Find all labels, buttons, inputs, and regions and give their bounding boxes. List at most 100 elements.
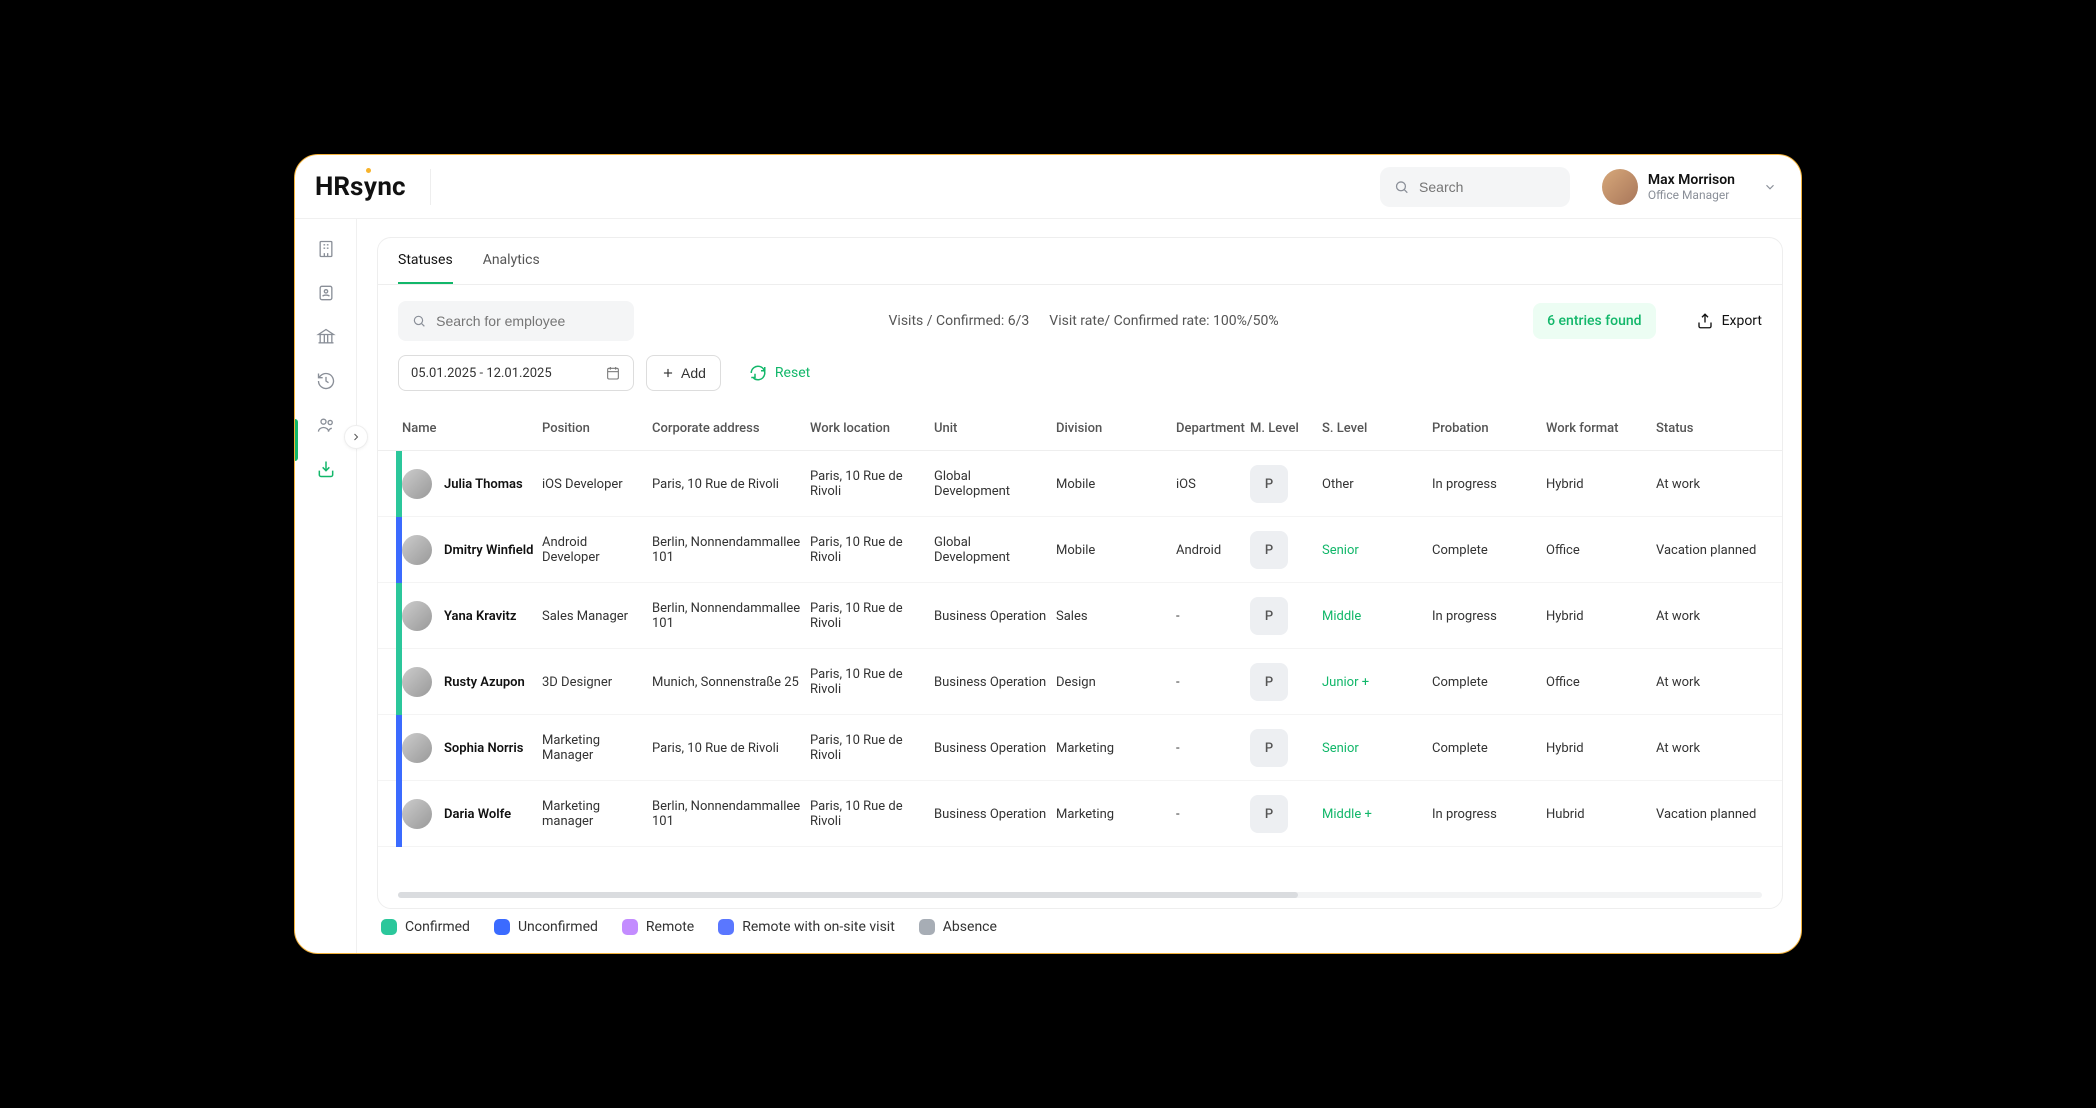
cell-format: Hubrid [1546,807,1656,822]
sidebar-item-id[interactable] [307,274,345,312]
cell-division: Marketing [1056,741,1176,756]
cell-status: At work [1656,675,1776,690]
cell-position: iOS Developer [542,477,652,492]
calendar-icon [605,365,621,381]
cell-format: Hybrid [1546,741,1656,756]
search-icon [412,313,426,329]
employee-search[interactable] [398,301,634,341]
cell-position: 3D Designer [542,675,652,690]
sidebar-item-history[interactable] [307,362,345,400]
col-unit[interactable]: Unit [934,421,1056,436]
sidebar-expand-toggle[interactable] [344,425,368,449]
export-label: Export [1722,313,1762,329]
cell-dept: - [1176,609,1250,624]
mlevel-pill: P [1250,597,1288,635]
id-badge-icon [316,283,336,303]
app-window: HRs y nc Max Morrison Office Manager [294,154,1802,954]
employee-avatar [402,733,432,763]
col-position[interactable]: Position [542,421,652,436]
cell-slevel: Senior [1322,741,1432,756]
cell-dept: - [1176,741,1250,756]
sidebar-item-org[interactable] [307,230,345,268]
cell-work: Paris, 10 Rue de Rivoli [810,601,934,631]
col-name[interactable]: Name [402,421,542,436]
cell-unit: Global Development [934,469,1056,499]
employee-name: Julia Thomas [444,477,523,492]
mlevel-pill: P [1250,729,1288,767]
date-range-picker[interactable]: 05.01.2025 - 12.01.2025 [398,355,634,391]
mlevel-pill: P [1250,663,1288,701]
employee-avatar [402,469,432,499]
cell-work: Paris, 10 Rue de Rivoli [810,469,934,499]
table-row[interactable]: Dmitry Winfield Android Developer Berlin… [378,517,1782,583]
header-divider [430,169,431,205]
tabs: Statuses Analytics [378,238,1782,285]
cell-unit: Business Operation [934,675,1056,690]
cell-slevel: Middle [1322,609,1432,624]
cell-work: Paris, 10 Rue de Rivoli [810,799,934,829]
cell-work: Paris, 10 Rue de Rivoli [810,535,934,565]
col-format[interactable]: Work format [1546,421,1656,436]
col-corp[interactable]: Corporate address [652,421,810,436]
col-division[interactable]: Division [1056,421,1176,436]
cell-unit: Business Operation [934,741,1056,756]
mlevel-pill: P [1250,531,1288,569]
cell-format: Hybrid [1546,477,1656,492]
cell-position: Marketing Manager [542,733,652,763]
cell-slevel: Junior + [1322,675,1432,690]
sidebar-item-people[interactable] [307,406,345,444]
stat-rate: Visit rate/ Confirmed rate: 100%/50% [1049,313,1278,329]
table-row[interactable]: Sophia Norris Marketing Manager Paris, 1… [378,715,1782,781]
sidebar-item-bank[interactable] [307,318,345,356]
cell-probation: In progress [1432,477,1546,492]
tab-analytics[interactable]: Analytics [483,238,540,284]
col-slevel[interactable]: S. Level [1322,421,1432,436]
cell-work: Paris, 10 Rue de Rivoli [810,733,934,763]
reset-button[interactable]: Reset [749,364,810,382]
col-dept[interactable]: Department [1176,421,1250,436]
cell-format: Hybrid [1546,609,1656,624]
table-header: Name Position Corporate address Work loc… [378,407,1782,451]
table-row[interactable]: Rusty Azupon 3D Designer Munich, Sonnens… [378,649,1782,715]
employee-avatar [402,535,432,565]
cell-corp: Munich, Sonnenstraße 25 [652,675,810,690]
cell-slevel: Senior [1322,543,1432,558]
horizontal-scrollbar[interactable] [398,892,1762,898]
cell-status: At work [1656,609,1776,624]
legend-confirmed: Confirmed [405,919,470,935]
tab-statuses[interactable]: Statuses [398,238,453,284]
cell-slevel: Middle + [1322,807,1432,822]
cell-slevel: Other [1322,477,1432,492]
col-status[interactable]: Status [1656,421,1776,436]
employee-search-input[interactable] [436,313,620,329]
add-button[interactable]: Add [646,355,721,391]
cell-division: Mobile [1056,543,1176,558]
cell-position: Sales Manager [542,609,652,624]
mlevel-pill: P [1250,795,1288,833]
global-search-input[interactable] [1419,179,1556,195]
col-probation[interactable]: Probation [1432,421,1546,436]
stats: Visits / Confirmed: 6/3 Visit rate/ Conf… [889,313,1279,329]
cell-status: At work [1656,477,1776,492]
add-label: Add [681,365,706,381]
employee-avatar [402,799,432,829]
legend: Confirmed Unconfirmed Remote Remote with… [377,909,1783,953]
table-row[interactable]: Julia Thomas iOS Developer Paris, 10 Rue… [378,451,1782,517]
export-button[interactable]: Export [1696,312,1762,330]
cell-status: At work [1656,741,1776,756]
col-mlevel[interactable]: M. Level [1250,421,1322,436]
table-row[interactable]: Daria Wolfe Marketing manager Berlin, No… [378,781,1782,847]
stat-visits: Visits / Confirmed: 6/3 [889,313,1030,329]
sidebar-active-indicator [295,419,298,461]
employee-name: Daria Wolfe [444,807,511,822]
search-icon [1394,178,1409,196]
user-menu[interactable]: Max Morrison Office Manager [1602,169,1777,205]
col-work[interactable]: Work location [810,421,934,436]
sidebar-item-attendance[interactable] [307,450,345,488]
swatch-remote-onsite [718,919,734,935]
employee-name: Yana Kravitz [444,609,516,624]
logo-text-b: nc [377,172,405,202]
table-row[interactable]: Yana Kravitz Sales Manager Berlin, Nonne… [378,583,1782,649]
global-search[interactable] [1380,167,1570,207]
legend-remote-onsite: Remote with on-site visit [742,919,895,935]
